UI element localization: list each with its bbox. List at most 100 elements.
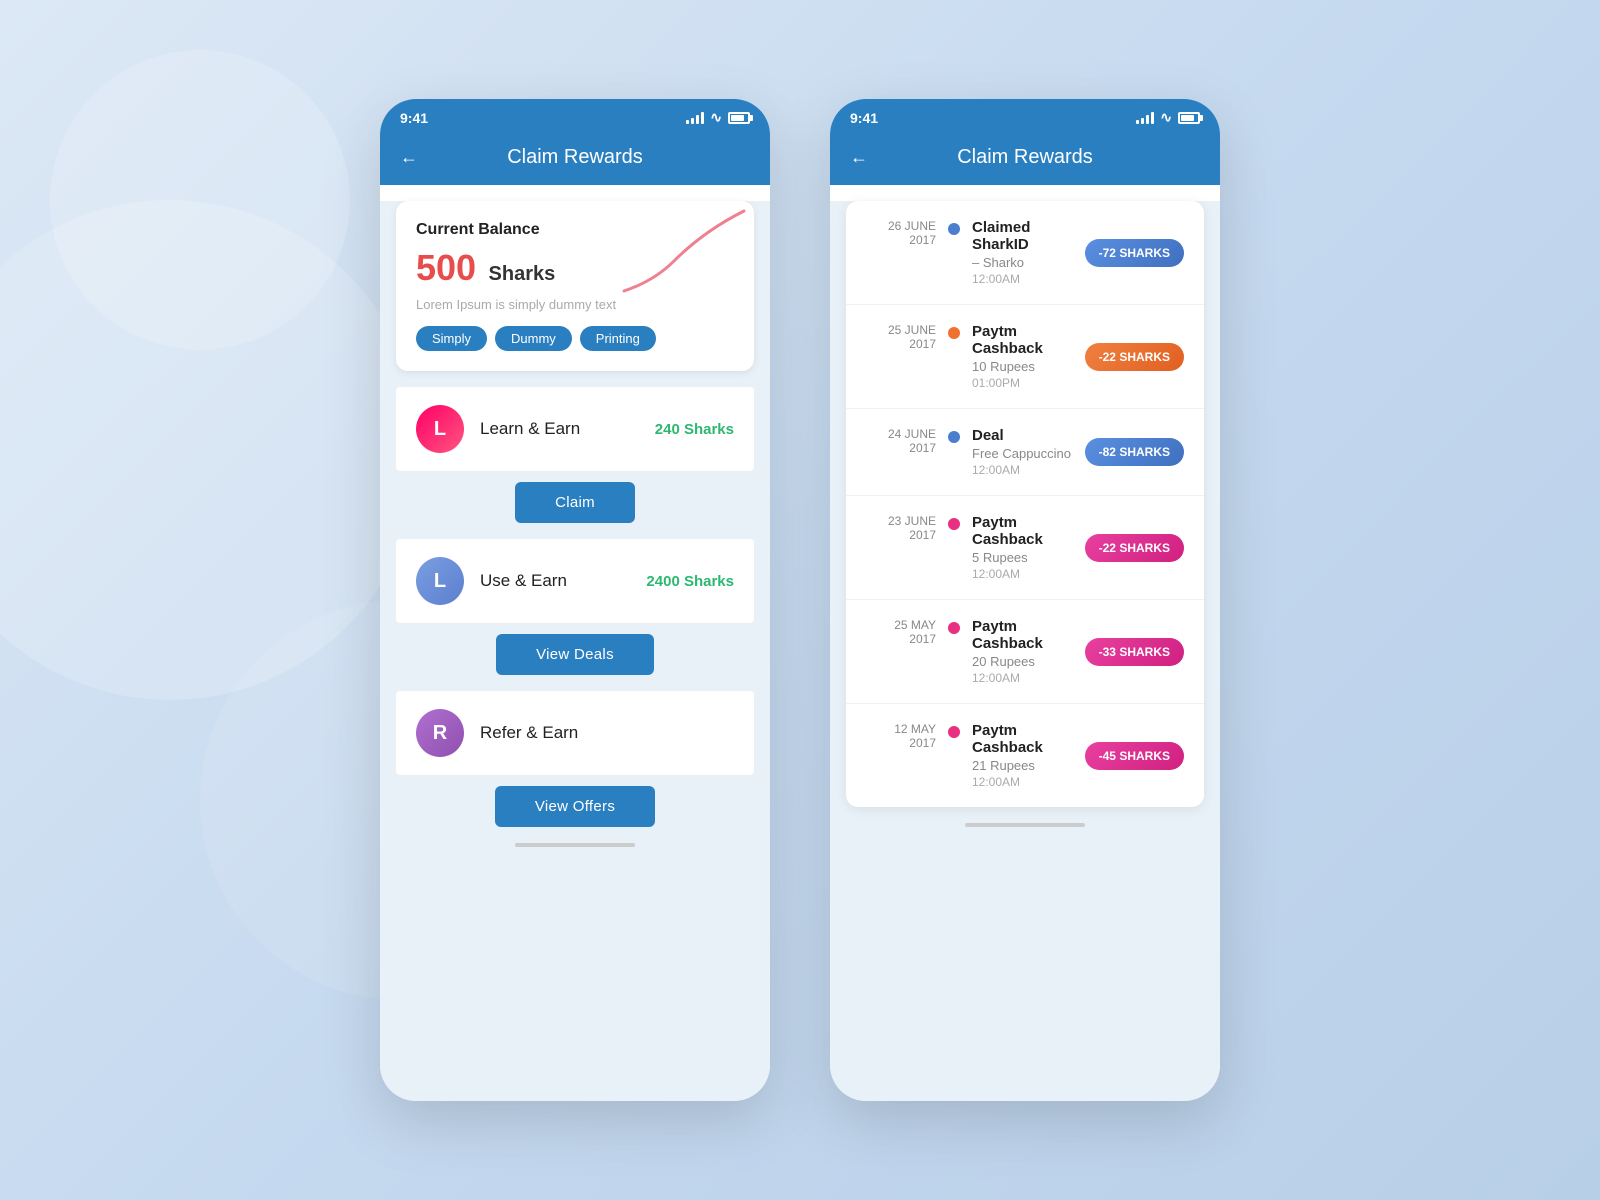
section-item-0: L Learn & Earn 240 Sharks: [396, 387, 754, 471]
section-item-1: L Use & Earn 2400 Sharks: [396, 539, 754, 623]
section-label-0: Learn & Earn: [480, 419, 639, 439]
balance-amount: 500: [416, 247, 476, 288]
action-btn-row-2: View Offers: [396, 786, 754, 827]
home-indicator-1: [515, 843, 635, 847]
tx-date-1: 25 JUNE 2017: [866, 323, 936, 351]
back-arrow-1[interactable]: ←: [400, 147, 418, 168]
tx-badge-3: -22 SHARKS: [1085, 534, 1184, 562]
tx-date-year-3: 2017: [866, 528, 936, 542]
wifi-icon-2: ∿: [1160, 109, 1172, 126]
tx-info-2: Deal Free Cappuccino 12:00AM: [972, 427, 1073, 477]
tx-date-day-1: 25 JUNE: [866, 323, 936, 337]
tx-info-3: Paytm Cashback 5 Rupees 12:00AM: [972, 514, 1073, 581]
section-avatar-2: R: [416, 709, 464, 757]
section-avatar-1: L: [416, 557, 464, 605]
tx-time-0: 12:00AM: [972, 272, 1073, 286]
tx-badge-0: -72 SHARKS: [1085, 239, 1184, 267]
time-1: 9:41: [400, 110, 428, 126]
section-item-2: R Refer & Earn: [396, 691, 754, 775]
tx-title-4: Paytm Cashback: [972, 618, 1073, 652]
tx-date-year-2: 2017: [866, 441, 936, 455]
tx-date-year-5: 2017: [866, 736, 936, 750]
app-title-1: Claim Rewards: [434, 146, 716, 169]
tx-time-2: 12:00AM: [972, 463, 1073, 477]
tx-date-5: 12 MAY 2017: [866, 722, 936, 750]
tx-info-4: Paytm Cashback 20 Rupees 12:00AM: [972, 618, 1073, 685]
action-btn-view-deals[interactable]: View Deals: [496, 634, 654, 675]
battery-icon-1: [728, 112, 750, 124]
tx-badge-2: -82 SHARKS: [1085, 438, 1184, 466]
status-bar-2: 9:41 ∿: [830, 99, 1220, 134]
tx-title-2: Deal: [972, 427, 1073, 444]
tx-info-5: Paytm Cashback 21 Rupees 12:00AM: [972, 722, 1073, 789]
tx-subtitle-2: Free Cappuccino: [972, 446, 1073, 461]
wifi-icon-1: ∿: [710, 109, 722, 126]
action-btn-view-offers[interactable]: View Offers: [495, 786, 655, 827]
tx-date-0: 26 JUNE 2017: [866, 219, 936, 247]
tx-title-5: Paytm Cashback: [972, 722, 1073, 756]
section-value-1: 2400 Sharks: [646, 573, 734, 590]
status-bar-1: 9:41 ∿: [380, 99, 770, 134]
divider-2: [396, 775, 754, 776]
app-title-2: Claim Rewards: [884, 146, 1166, 169]
transaction-item-5: 12 MAY 2017 Paytm Cashback 21 Rupees 12:…: [846, 704, 1204, 807]
tx-date-day-0: 26 JUNE: [866, 219, 936, 233]
balance-card: Current Balance 500 Sharks Lorem Ipsum i…: [396, 201, 754, 371]
balance-unit: Sharks: [489, 263, 556, 285]
transaction-item-3: 23 JUNE 2017 Paytm Cashback 5 Rupees 12:…: [846, 496, 1204, 600]
section-value-0: 240 Sharks: [655, 421, 734, 438]
tx-time-4: 12:00AM: [972, 671, 1073, 685]
tx-dot-4: [948, 622, 960, 634]
section-label-2: Refer & Earn: [480, 723, 734, 743]
signal-icon-2: [1136, 112, 1154, 124]
tx-date-year-1: 2017: [866, 337, 936, 351]
action-btn-row-0: Claim: [396, 482, 754, 523]
tag-simply[interactable]: Simply: [416, 326, 487, 351]
back-arrow-2[interactable]: ←: [850, 147, 868, 168]
phone2-content: 26 JUNE 2017 Claimed SharkID – Sharko 12…: [830, 201, 1220, 1101]
tx-date-2: 24 JUNE 2017: [866, 427, 936, 455]
tx-subtitle-4: 20 Rupees: [972, 654, 1073, 669]
tx-date-day-2: 24 JUNE: [866, 427, 936, 441]
tx-dot-2: [948, 431, 960, 443]
tx-title-0: Claimed SharkID: [972, 219, 1073, 253]
signal-icon-1: [686, 112, 704, 124]
tx-time-5: 12:00AM: [972, 775, 1073, 789]
tag-printing[interactable]: Printing: [580, 326, 656, 351]
divider-0: [396, 471, 754, 472]
status-icons-1: ∿: [686, 109, 750, 126]
tx-subtitle-0: – Sharko: [972, 255, 1073, 270]
tx-dot-5: [948, 726, 960, 738]
bg-decoration-2: [50, 50, 350, 350]
app-header-1: ← Claim Rewards: [380, 134, 770, 185]
tx-badge-4: -33 SHARKS: [1085, 638, 1184, 666]
tx-info-1: Paytm Cashback 10 Rupees 01:00PM: [972, 323, 1073, 390]
tx-title-3: Paytm Cashback: [972, 514, 1073, 548]
tx-date-4: 25 MAY 2017: [866, 618, 936, 646]
time-2: 9:41: [850, 110, 878, 126]
tx-badge-1: -22 SHARKS: [1085, 343, 1184, 371]
transaction-item-4: 25 MAY 2017 Paytm Cashback 20 Rupees 12:…: [846, 600, 1204, 704]
app-header-2: ← Claim Rewards: [830, 134, 1220, 185]
divider-1: [396, 623, 754, 624]
chart-decoration: [614, 201, 754, 301]
tx-subtitle-3: 5 Rupees: [972, 550, 1073, 565]
tx-time-1: 01:00PM: [972, 376, 1073, 390]
tx-dot-1: [948, 327, 960, 339]
sections-container: L Learn & Earn 240 Sharks Claim L Use & …: [380, 387, 770, 827]
tx-time-3: 12:00AM: [972, 567, 1073, 581]
tx-date-year-0: 2017: [866, 233, 936, 247]
action-btn-claim[interactable]: Claim: [515, 482, 635, 523]
transaction-item-1: 25 JUNE 2017 Paytm Cashback 10 Rupees 01…: [846, 305, 1204, 409]
tx-dot-0: [948, 223, 960, 235]
tx-badge-5: -45 SHARKS: [1085, 742, 1184, 770]
home-indicator-2: [965, 823, 1085, 827]
tx-subtitle-1: 10 Rupees: [972, 359, 1073, 374]
balance-tags: Simply Dummy Printing: [416, 326, 734, 351]
tag-dummy[interactable]: Dummy: [495, 326, 572, 351]
transaction-card: 26 JUNE 2017 Claimed SharkID – Sharko 12…: [846, 201, 1204, 807]
tx-subtitle-5: 21 Rupees: [972, 758, 1073, 773]
battery-icon-2: [1178, 112, 1200, 124]
tx-title-1: Paytm Cashback: [972, 323, 1073, 357]
tx-date-day-4: 25 MAY: [866, 618, 936, 632]
